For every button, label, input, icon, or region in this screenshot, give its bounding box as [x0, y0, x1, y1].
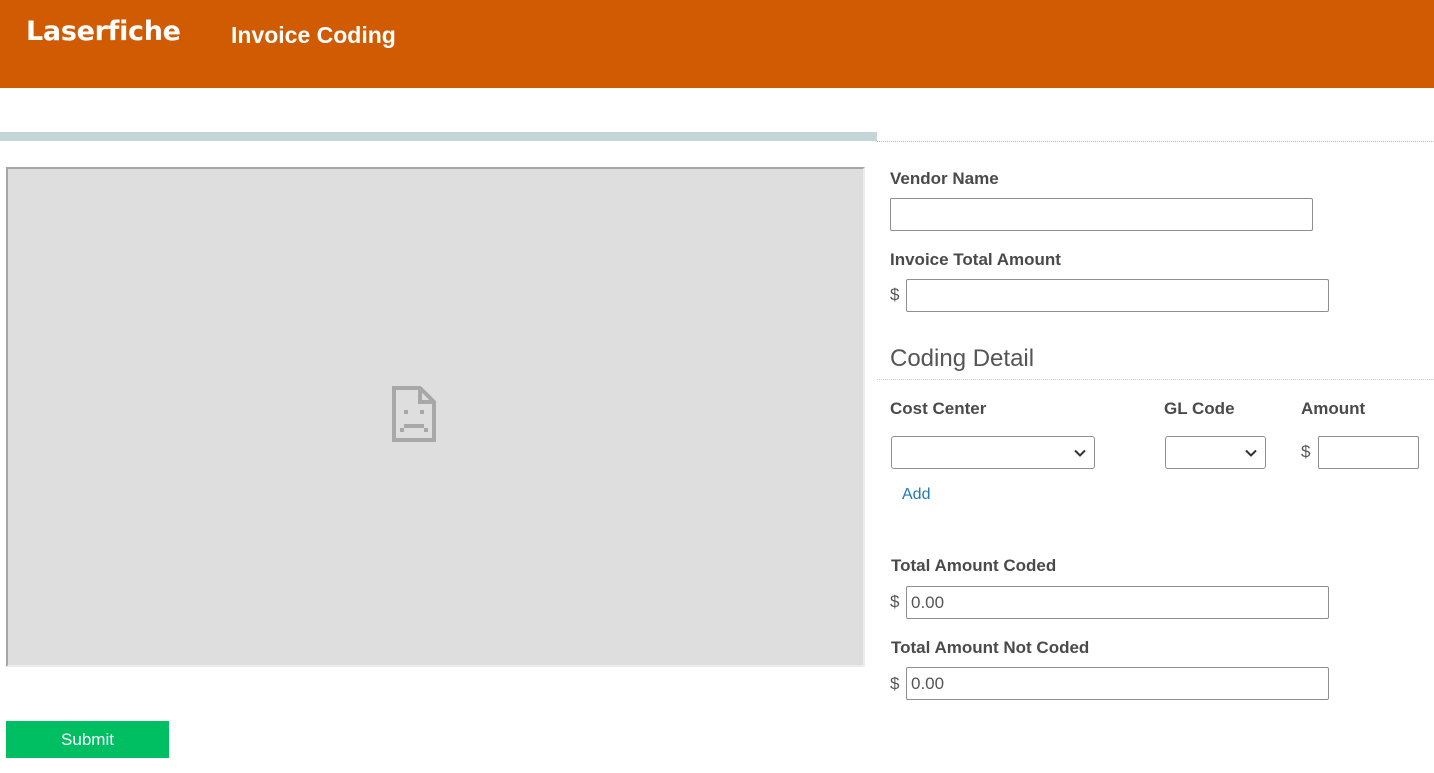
total-not-coded-input[interactable] [906, 667, 1329, 700]
form-title: Invoice Coding [231, 22, 396, 48]
chevron-down-icon [1074, 449, 1086, 457]
divider [877, 379, 1434, 380]
divider [877, 141, 1434, 142]
submit-button[interactable]: Submit [6, 721, 169, 758]
chevron-down-icon [1245, 449, 1257, 457]
cost-center-header: Cost Center [890, 399, 987, 418]
progress-bar [0, 132, 877, 141]
header-bar: Laserfiche Invoice Coding [0, 0, 1434, 88]
currency-symbol: $ [890, 674, 900, 693]
total-not-coded-label: Total Amount Not Coded [891, 638, 1090, 657]
vendor-name-label: Vendor Name [890, 169, 999, 188]
currency-symbol: $ [890, 592, 900, 611]
coding-detail-heading: Coding Detail [890, 345, 1035, 372]
invoice-total-label: Invoice Total Amount [890, 250, 1061, 269]
vendor-name-input[interactable] [890, 198, 1313, 231]
total-coded-label: Total Amount Coded [891, 556, 1057, 575]
total-coded-input[interactable] [906, 586, 1329, 619]
page: Laserfiche Invoice Coding Vendor Name In… [0, 0, 1434, 773]
line-amount-input[interactable] [1318, 436, 1419, 469]
laserfiche-logo: Laserfiche [26, 16, 181, 47]
add-row-link[interactable]: Add [902, 486, 930, 504]
gl-code-select[interactable] [1165, 436, 1266, 469]
broken-document-icon [392, 386, 436, 442]
currency-symbol: $ [890, 285, 900, 304]
amount-header: Amount [1301, 399, 1366, 418]
document-viewer[interactable] [6, 167, 865, 667]
gl-code-header: GL Code [1164, 399, 1235, 418]
invoice-total-input[interactable] [906, 279, 1329, 312]
currency-symbol: $ [1301, 442, 1311, 461]
cost-center-select[interactable] [891, 436, 1095, 469]
